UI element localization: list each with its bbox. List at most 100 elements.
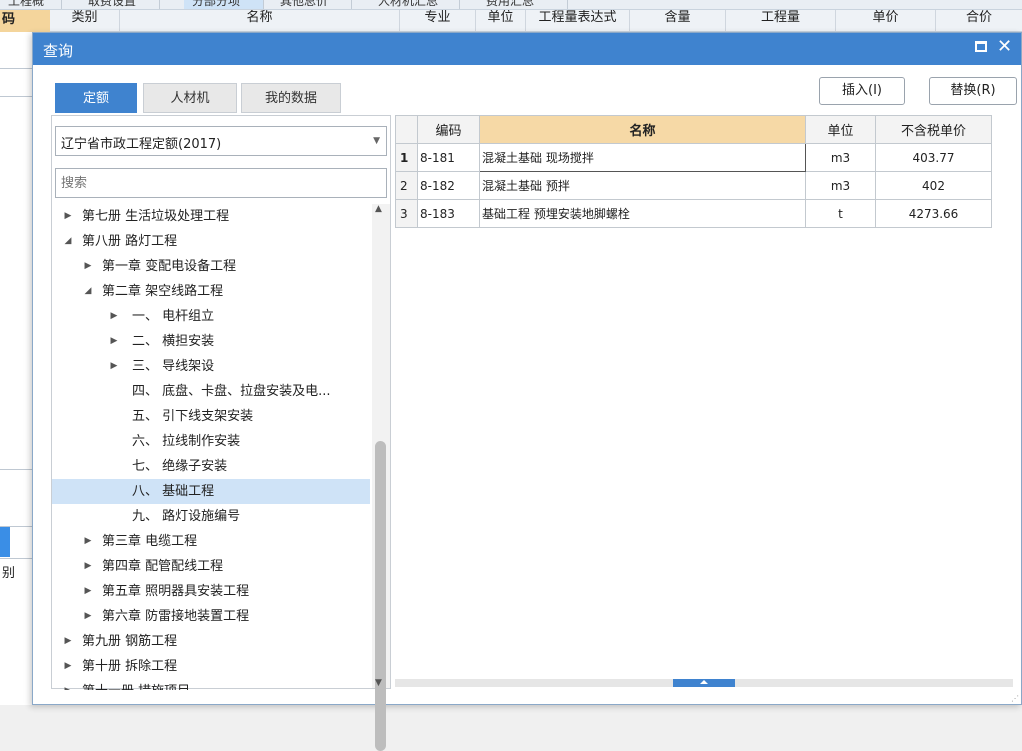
collapsed-arrow-icon[interactable]: ▶: [62, 654, 74, 679]
col-header-unit[interactable]: 单位: [805, 115, 876, 144]
cell-name[interactable]: 混凝土基础 现场搅拌: [479, 143, 806, 172]
bg-col-header: 含量: [630, 10, 726, 31]
tree-node[interactable]: ▶ 第一章 变配电设备工程: [52, 254, 370, 279]
cell-code[interactable]: 8-181: [417, 143, 480, 172]
scrollbar-thumb[interactable]: [673, 679, 735, 687]
bg-tab[interactable]: 工程概况: [0, 0, 62, 9]
chevron-down-icon[interactable]: ▼: [373, 136, 380, 146]
quota-tree: ▶ 第七册 生活垃圾处理工程 ◢ 第八册 路灯工程 ▶ 第一章 变配电设备工程 ◢ 第二章 架…: [52, 204, 372, 690]
cell-price[interactable]: 402: [875, 171, 992, 200]
tree-node[interactable]: 六、 拉线制作安装: [52, 429, 370, 454]
collapsed-arrow-icon[interactable]: ▶: [62, 629, 74, 654]
cell-unit[interactable]: t: [805, 199, 876, 228]
resize-grip-icon[interactable]: ⋰: [1011, 694, 1019, 703]
cell-name[interactable]: 混凝土基础 预拌: [479, 171, 806, 200]
collapsed-arrow-icon[interactable]: ▶: [82, 529, 94, 554]
col-header-code[interactable]: 编码: [417, 115, 480, 144]
cell-code[interactable]: 8-183: [417, 199, 480, 228]
tree-node[interactable]: ▶ 三、 导线架设: [52, 354, 370, 379]
library-select[interactable]: 辽宁省市政工程定额(2017) ▼: [55, 126, 387, 156]
divider: [0, 469, 32, 470]
tree-node[interactable]: ▶ 第九册 钢筋工程: [52, 629, 370, 654]
tree-node[interactable]: 九、 路灯设施编号: [52, 504, 370, 529]
tree-node[interactable]: ▶ 第三章 电缆工程: [52, 529, 370, 554]
collapsed-arrow-icon[interactable]: ▶: [82, 604, 94, 629]
bg-col-header: 单价: [836, 10, 936, 31]
bg-tab[interactable]: 取费设置: [80, 0, 160, 9]
expanded-arrow-icon[interactable]: ◢: [82, 279, 94, 304]
expanded-arrow-icon[interactable]: ◢: [62, 229, 74, 254]
scroll-up-icon[interactable]: ▲: [375, 204, 382, 214]
collapsed-arrow-icon[interactable]: ▶: [108, 354, 120, 379]
divider: [0, 96, 32, 97]
tree-scrollbar[interactable]: ▲ ▼: [372, 204, 390, 751]
tree-node[interactable]: 七、 绝缘子安装: [52, 454, 370, 479]
cell-unit[interactable]: m3: [805, 171, 876, 200]
tree-node[interactable]: ◢ 第二章 架空线路工程: [52, 279, 370, 304]
bg-col-header: 专业: [400, 10, 476, 31]
bg-tab[interactable]: 分部分项: [184, 0, 264, 9]
close-icon[interactable]: ✕: [997, 37, 1012, 57]
tree-node[interactable]: 四、 底盘、卡盘、拉盘安装及电...: [52, 379, 370, 404]
tree-node[interactable]: ▶ 二、 横担安装: [52, 329, 370, 354]
table-row[interactable]: 2 8-182 混凝土基础 预拌 m3 402: [395, 171, 992, 200]
row-number-header: [395, 115, 418, 144]
tree-node[interactable]: ▶ 第十册 拆除工程: [52, 654, 370, 679]
table-row[interactable]: 3 8-183 基础工程 预埋安装地脚螺栓 t 4273.66: [395, 199, 992, 228]
bg-tab-indicator[interactable]: [0, 527, 10, 557]
tree-node[interactable]: 八、 基础工程: [52, 479, 370, 504]
tab-my-data[interactable]: 我的数据: [241, 83, 341, 113]
tree-node[interactable]: ▶ 第七册 生活垃圾处理工程: [52, 204, 370, 229]
search-input[interactable]: [55, 168, 387, 198]
col-header-name[interactable]: 名称: [479, 115, 806, 144]
tree-node-label: 第三章 电缆工程: [102, 534, 198, 549]
tree-node-label: 第七册 生活垃圾处理工程: [82, 209, 230, 224]
cell-price[interactable]: 4273.66: [875, 199, 992, 228]
collapsed-arrow-icon[interactable]: ▶: [62, 679, 74, 690]
tree-node[interactable]: ▶ 第五章 照明器具安装工程: [52, 579, 370, 604]
tree-node[interactable]: ▶ 第十一册 措施项目: [52, 679, 370, 690]
collapsed-arrow-icon[interactable]: ▶: [82, 554, 94, 579]
bg-tab[interactable]: 人材机汇总: [370, 0, 460, 9]
background-tab-bar: 工程概况 取费设置 分部分项 其他总价 人材机汇总 费用汇总: [0, 0, 1022, 10]
tab-labor-material-machine[interactable]: 人材机: [143, 83, 237, 113]
table-horizontal-scrollbar[interactable]: [395, 679, 1013, 687]
maximize-icon[interactable]: [975, 41, 987, 52]
library-select-value: 辽宁省市政工程定额(2017): [61, 137, 222, 152]
scroll-down-icon[interactable]: ▼: [375, 678, 382, 688]
quota-tree-panel: 辽宁省市政工程定额(2017) ▼ ▶ 第七册 生活垃圾处理工程 ◢ 第八册 路灯工程…: [51, 115, 391, 751]
cell-name[interactable]: 基础工程 预埋安装地脚螺栓: [479, 199, 806, 228]
cell-unit[interactable]: m3: [805, 143, 876, 172]
tab-quota[interactable]: 定额: [55, 83, 137, 113]
quota-table-panel: 编码 名称 单位 不含税单价 1 8-181 混凝土基础 现场搅拌 m3 403…: [395, 115, 1013, 689]
tree-node[interactable]: ▶ 一、 电杆组立: [52, 304, 370, 329]
bg-tab[interactable]: 其他总价: [272, 0, 352, 9]
tree-node[interactable]: 五、 引下线支架安装: [52, 404, 370, 429]
collapsed-arrow-icon[interactable]: ▶: [82, 579, 94, 604]
table-header-row: 编码 名称 单位 不含税单价: [395, 115, 992, 144]
collapsed-arrow-icon[interactable]: ▶: [62, 204, 74, 229]
tree-node[interactable]: ▶ 第四章 配管配线工程: [52, 554, 370, 579]
collapsed-arrow-icon[interactable]: ▶: [108, 329, 120, 354]
bg-tab[interactable]: 费用汇总: [478, 0, 568, 9]
tree-node-label: 二、 横担安装: [132, 334, 215, 349]
tree-node-label: 九、 路灯设施编号: [132, 509, 241, 524]
cell-code[interactable]: 8-182: [417, 171, 480, 200]
replace-button[interactable]: 替换(R): [929, 77, 1017, 105]
quota-table: 编码 名称 单位 不含税单价 1 8-181 混凝土基础 现场搅拌 m3 403…: [395, 115, 992, 228]
cell-price[interactable]: 403.77: [875, 143, 992, 172]
tree-node[interactable]: ◢ 第八册 路灯工程: [52, 229, 370, 254]
tree-node-label: 第六章 防雷接地装置工程: [102, 609, 250, 624]
background-grid-header: 类别 名称 专业 单位 工程量表达式 含量 工程量 单价 合价: [0, 10, 1022, 32]
table-row[interactable]: 1 8-181 混凝土基础 现场搅拌 m3 403.77: [395, 143, 992, 172]
tree-node-label: 第十册 拆除工程: [82, 659, 178, 674]
divider: [0, 558, 32, 559]
tree-node-label: 七、 绝缘子安装: [132, 459, 228, 474]
collapsed-arrow-icon[interactable]: ▶: [82, 254, 94, 279]
dialog-title-bar[interactable]: 查询 ✕: [33, 33, 1021, 65]
tree-node[interactable]: ▶ 第六章 防雷接地装置工程: [52, 604, 370, 629]
tree-node-label: 一、 电杆组立: [132, 309, 215, 324]
collapsed-arrow-icon[interactable]: ▶: [108, 304, 120, 329]
insert-button[interactable]: 插入(I): [819, 77, 905, 105]
col-header-price[interactable]: 不含税单价: [875, 115, 992, 144]
